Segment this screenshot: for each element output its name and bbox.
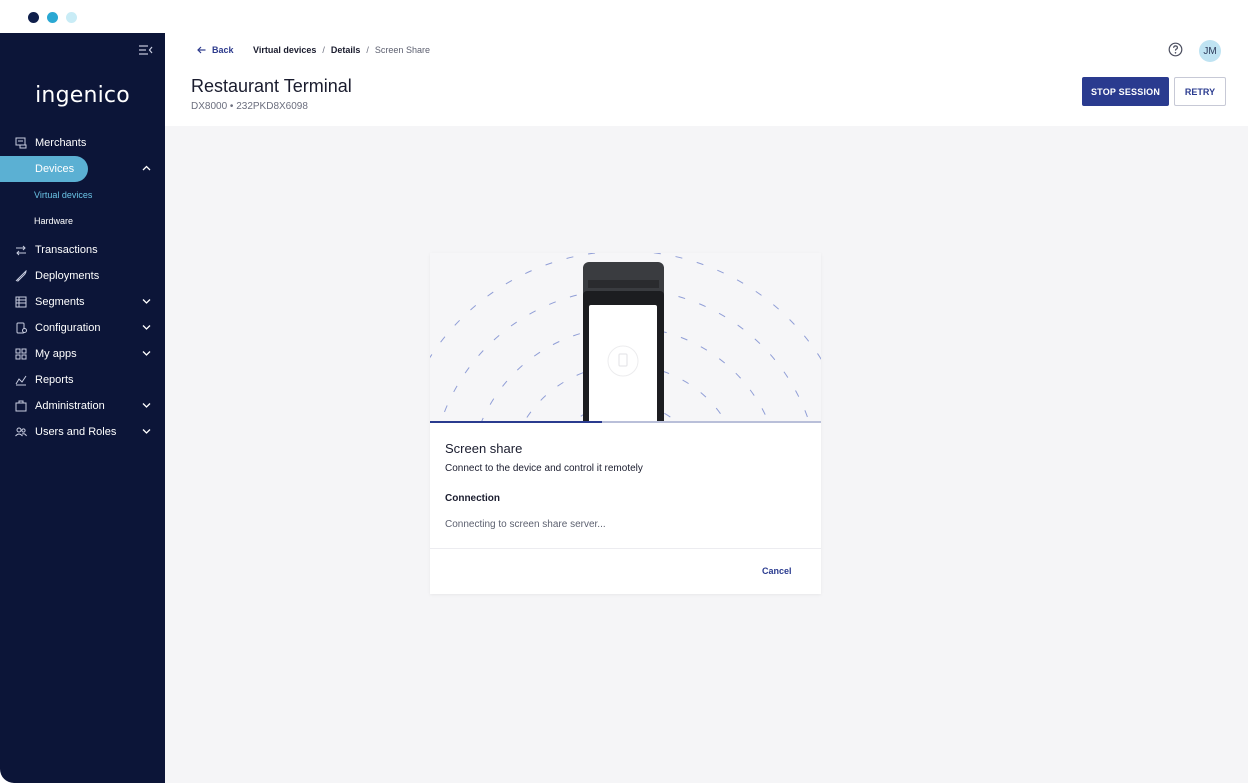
back-link[interactable]: Back [197, 45, 234, 55]
sidebar-item-users-and-roles[interactable]: Users and Roles [0, 419, 165, 445]
sidebar-item-label: Merchants [35, 137, 87, 149]
chevron-down-icon[interactable] [142, 428, 151, 434]
screen-share-dialog: Screen share Connect to the device and c… [430, 253, 821, 594]
arrow-left-icon [197, 46, 206, 54]
breadcrumb-separator: / [366, 45, 369, 55]
cancel-button[interactable]: Cancel [762, 566, 792, 576]
sidebar-item-label: Reports [35, 374, 74, 386]
sidebar-item-label: Users and Roles [35, 426, 117, 438]
chevron-down-icon[interactable] [142, 402, 151, 408]
breadcrumb-details[interactable]: Details [331, 45, 361, 55]
briefcase-icon [15, 400, 27, 412]
breadcrumb-virtual-devices[interactable]: Virtual devices [253, 45, 316, 55]
breadcrumb-screen-share: Screen Share [374, 45, 430, 55]
configuration-icon [16, 322, 27, 334]
collapse-sidebar-icon[interactable] [139, 44, 153, 56]
sidebar-item-label: Transactions [35, 244, 98, 256]
connection-progress-bar [430, 421, 821, 423]
page-title: Restaurant Terminal [191, 76, 352, 96]
sidebar-item-label: My apps [35, 348, 77, 360]
device-illustration [430, 253, 821, 423]
transactions-icon [16, 245, 26, 256]
help-icon[interactable] [1168, 42, 1183, 57]
sidebar-nav: Merchants Devices Virtual devices Hardwa… [0, 130, 165, 445]
window-dot-close[interactable] [28, 12, 39, 23]
merchants-icon [15, 137, 27, 149]
apps-icon [15, 348, 27, 360]
sidebar-item-administration[interactable]: Administration [0, 393, 165, 419]
rocket-icon [15, 270, 27, 282]
sidebar-item-label: Devices [35, 163, 75, 175]
users-icon [15, 427, 27, 437]
reports-icon [15, 375, 27, 386]
signal-waves-graphic [430, 253, 821, 423]
sidebar-item-deployments[interactable]: Deployments [0, 263, 165, 289]
dialog-description: Connect to the device and control it rem… [445, 463, 643, 474]
stop-session-button[interactable]: STOP SESSION [1082, 77, 1169, 106]
main-content: Screen share Connect to the device and c… [165, 126, 1248, 783]
window-dot-minimize[interactable] [47, 12, 58, 23]
ingenico-logo: ingenico [35, 83, 130, 108]
chevron-up-icon[interactable] [142, 165, 151, 171]
page-header: Back Virtual devices / Details / Screen … [165, 33, 1248, 126]
dialog-divider [430, 548, 821, 549]
window-chrome [0, 0, 1248, 33]
dialog-title: Screen share [445, 441, 523, 456]
window-dot-maximize[interactable] [66, 12, 77, 23]
connection-label: Connection [445, 493, 500, 504]
breadcrumb: Virtual devices / Details / Screen Share [253, 45, 430, 55]
avatar[interactable]: JM [1199, 40, 1221, 62]
segments-icon [15, 296, 27, 308]
sidebar-subitem-label: Hardware [34, 216, 74, 226]
sidebar: ingenico Merchants Devices Virtual devic… [0, 33, 165, 783]
device-subtitle: DX8000 • 232PKD8X6098 [191, 101, 308, 112]
chevron-down-icon[interactable] [142, 324, 151, 330]
sidebar-item-label: Segments [35, 296, 85, 308]
sidebar-item-label: Deployments [35, 270, 100, 282]
sidebar-subitem-virtual-devices[interactable]: Virtual devices [0, 182, 165, 208]
sidebar-item-my-apps[interactable]: My apps [0, 341, 165, 367]
back-label: Back [212, 45, 234, 55]
chevron-down-icon[interactable] [142, 298, 151, 304]
sidebar-item-segments[interactable]: Segments [0, 289, 165, 315]
sidebar-item-configuration[interactable]: Configuration [0, 315, 165, 341]
retry-button[interactable]: RETRY [1174, 77, 1226, 106]
sidebar-subitem-hardware[interactable]: Hardware [0, 208, 165, 234]
sidebar-subitem-label: Virtual devices [34, 190, 93, 200]
sidebar-item-reports[interactable]: Reports [0, 367, 165, 393]
sidebar-item-transactions[interactable]: Transactions [0, 237, 165, 263]
sidebar-item-label: Administration [35, 400, 105, 412]
chevron-down-icon[interactable] [142, 350, 151, 356]
connection-status: Connecting to screen share server... [445, 519, 606, 530]
sidebar-item-label: Configuration [35, 322, 101, 334]
breadcrumb-separator: / [322, 45, 325, 55]
sidebar-item-devices[interactable]: Devices [0, 156, 165, 182]
connection-progress-fill [430, 421, 603, 423]
sidebar-item-merchants[interactable]: Merchants [0, 130, 165, 156]
